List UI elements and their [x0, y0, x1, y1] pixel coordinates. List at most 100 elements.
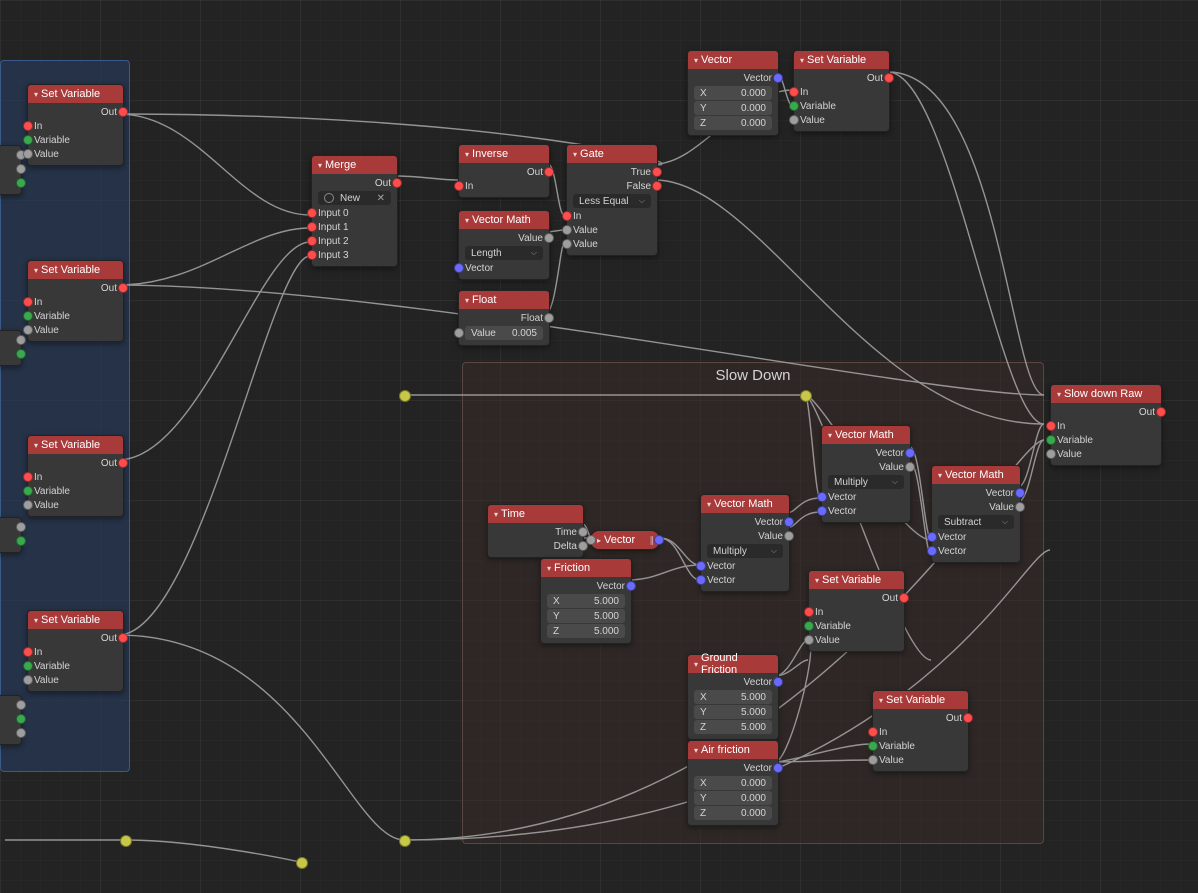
- node-header[interactable]: ▾Set Variable: [873, 691, 968, 709]
- float-value-field[interactable]: Value0.005: [465, 326, 543, 340]
- socket-value[interactable]: [23, 675, 33, 685]
- socket-in[interactable]: [1046, 421, 1056, 431]
- node-vector-collapsed[interactable]: ▸ Vector ∥: [590, 530, 660, 550]
- socket-value2[interactable]: [562, 239, 572, 249]
- socket-vector-out[interactable]: [784, 517, 794, 527]
- node-header[interactable]: ▾Vector Math: [701, 495, 789, 513]
- node-header[interactable]: ▾Set Variable: [809, 571, 904, 589]
- collapse-icon[interactable]: ▾: [828, 431, 832, 440]
- socket-out[interactable]: [544, 167, 554, 177]
- collapse-icon[interactable]: ▾: [815, 576, 819, 585]
- node-header[interactable]: ▾Set Variable: [28, 261, 123, 279]
- socket-input0[interactable]: [307, 208, 317, 218]
- socket-value[interactable]: [789, 115, 799, 125]
- node-merge[interactable]: ▾Merge Out New✕ Input 0 Input 1 Input 2 …: [311, 155, 398, 267]
- reroute-1[interactable]: [399, 390, 411, 402]
- gfriction-x-field[interactable]: X5.000: [694, 690, 772, 704]
- node-vectormath-sub[interactable]: ▾Vector Math Vector Value Subtract⌵ Vect…: [931, 465, 1021, 563]
- reroute-2[interactable]: [800, 390, 812, 402]
- node-vectormath-length[interactable]: ▾Vector Math Value Length⌵ Vector: [458, 210, 550, 280]
- gfriction-z-field[interactable]: Z5.000: [694, 720, 772, 734]
- vector-z-field[interactable]: Z0.000: [694, 116, 772, 130]
- socket-vector1[interactable]: [927, 532, 937, 542]
- socket-in[interactable]: [868, 727, 878, 737]
- socket-vector-out[interactable]: [626, 581, 636, 591]
- node-vector[interactable]: ▾Vector Vector X0.000 Y0.000 Z0.000: [687, 50, 779, 136]
- friction-y-field[interactable]: Y5.000: [547, 609, 625, 623]
- node-ground-friction[interactable]: ▾Ground Friction Vector X5.000 Y5.000 Z5…: [687, 654, 779, 740]
- node-header[interactable]: ▾Vector Math: [459, 211, 549, 229]
- collapse-icon[interactable]: ▾: [34, 266, 38, 275]
- vectormath-op-select[interactable]: Subtract⌵: [938, 515, 1014, 529]
- node-header[interactable]: ▾Gate: [567, 145, 657, 163]
- node-header[interactable]: ▾Vector Math: [932, 466, 1020, 484]
- socket-in[interactable]: [804, 607, 814, 617]
- socket-variable[interactable]: [23, 661, 33, 671]
- socket-value[interactable]: [23, 149, 33, 159]
- collapse-icon[interactable]: ▾: [465, 296, 469, 305]
- socket-out[interactable]: [884, 73, 894, 83]
- expand-icon[interactable]: ▸: [597, 536, 601, 545]
- node-setvariable-1[interactable]: ▾Set Variable Out In Variable Value: [27, 84, 124, 166]
- socket-true[interactable]: [652, 167, 662, 177]
- socket-float-out[interactable]: [544, 313, 554, 323]
- collapse-icon[interactable]: ▾: [465, 216, 469, 225]
- socket-vector-out[interactable]: [773, 763, 783, 773]
- node-setvariable-top[interactable]: ▾Set Variable Out In Variable Value: [793, 50, 890, 132]
- socket-variable[interactable]: [23, 135, 33, 145]
- collapse-icon[interactable]: ▾: [318, 161, 322, 170]
- node-friction[interactable]: ▾Friction Vector X5.000 Y5.000 Z5.000: [540, 558, 632, 644]
- reroute-3[interactable]: [399, 835, 411, 847]
- reroute-5[interactable]: [296, 857, 308, 869]
- socket-out[interactable]: [118, 633, 128, 643]
- afriction-y-field[interactable]: Y0.000: [694, 791, 772, 805]
- socket-value1[interactable]: [562, 225, 572, 235]
- socket-vector1[interactable]: [696, 561, 706, 571]
- node-stub-2[interactable]: [0, 330, 22, 366]
- node-gate[interactable]: ▾Gate True False Less Equal⌵ In Value Va…: [566, 144, 658, 256]
- socket-in[interactable]: [454, 181, 464, 191]
- node-float[interactable]: ▾Float Float Value0.005: [458, 290, 550, 346]
- gate-op-select[interactable]: Less Equal⌵: [573, 194, 651, 208]
- socket-vector-out[interactable]: [1015, 488, 1025, 498]
- socket-out[interactable]: [118, 283, 128, 293]
- vectormath-op-select[interactable]: Multiply⌵: [828, 475, 904, 489]
- socket-variable[interactable]: [804, 621, 814, 631]
- socket-value[interactable]: [1046, 449, 1056, 459]
- node-header[interactable]: ▾Set Variable: [28, 85, 123, 103]
- node-header[interactable]: ▾Vector: [688, 51, 778, 69]
- node-stub-1[interactable]: [0, 145, 22, 195]
- node-header[interactable]: ▾Set Variable: [794, 51, 889, 69]
- vector-x-field[interactable]: X0.000: [694, 86, 772, 100]
- vectormath-op-select[interactable]: Multiply⌵: [707, 544, 783, 558]
- node-header[interactable]: ▾Set Variable: [28, 436, 123, 454]
- node-setvariable-3[interactable]: ▾Set Variable Out In Variable Value: [27, 435, 124, 517]
- collapse-icon[interactable]: ▾: [694, 746, 698, 755]
- collapse-icon[interactable]: ▾: [694, 660, 698, 669]
- friction-z-field[interactable]: Z5.000: [547, 624, 625, 638]
- socket-variable[interactable]: [868, 741, 878, 751]
- node-setvariable-4[interactable]: ▾Set Variable Out In Variable Value: [27, 610, 124, 692]
- socket-variable[interactable]: [789, 101, 799, 111]
- collapse-icon[interactable]: ▾: [465, 150, 469, 159]
- node-header[interactable]: ▾Merge: [312, 156, 397, 174]
- socket-vector1[interactable]: [817, 492, 827, 502]
- socket-vector2[interactable]: [817, 506, 827, 516]
- socket-vector2[interactable]: [927, 546, 937, 556]
- socket-value[interactable]: [23, 325, 33, 335]
- socket-out[interactable]: [963, 713, 973, 723]
- socket-out[interactable]: [654, 535, 664, 545]
- node-header[interactable]: ▾Ground Friction: [688, 655, 778, 673]
- socket-in[interactable]: [562, 211, 572, 221]
- collapse-icon[interactable]: ▾: [547, 564, 551, 573]
- socket-vector2[interactable]: [696, 575, 706, 585]
- node-header[interactable]: ▾Time: [488, 505, 583, 523]
- socket-value-out[interactable]: [544, 233, 554, 243]
- vector-y-field[interactable]: Y0.000: [694, 101, 772, 115]
- socket-out[interactable]: [392, 178, 402, 188]
- node-header[interactable]: ▾Air friction: [688, 741, 778, 759]
- node-air-friction[interactable]: ▾Air friction Vector X0.000 Y0.000 Z0.00…: [687, 740, 779, 826]
- socket-input2[interactable]: [307, 236, 317, 246]
- socket-out[interactable]: [1156, 407, 1166, 417]
- socket-input3[interactable]: [307, 250, 317, 260]
